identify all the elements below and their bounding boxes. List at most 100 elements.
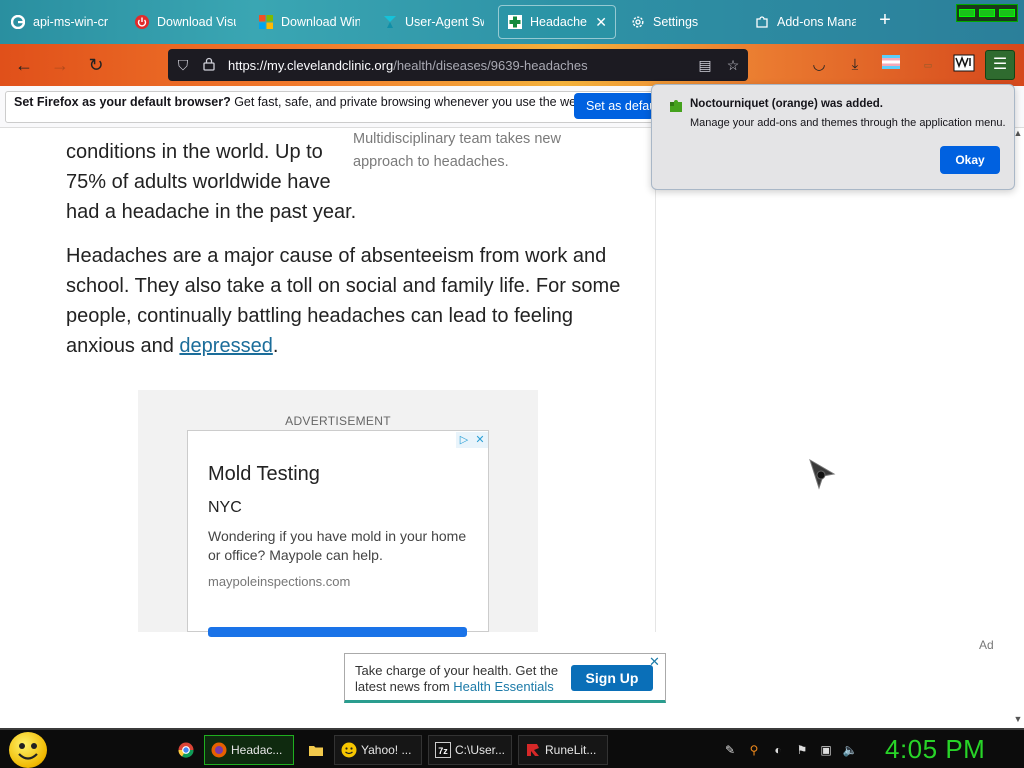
notification-bold: Set Firefox as your default browser? xyxy=(14,95,231,109)
tab-headaches[interactable]: Headaches ✕ xyxy=(498,5,616,39)
forward-button[interactable]: → xyxy=(48,53,72,77)
set-as-default-button[interactable]: Set as default xyxy=(574,93,654,119)
popup-title: Noctourniquet (orange) was added. xyxy=(690,98,883,110)
7zip-icon: 7z xyxy=(435,742,451,758)
download-icon[interactable]: ⤓ xyxy=(844,54,866,76)
advertisement-label: ADVERTISEMENT xyxy=(285,414,391,428)
extension-icon[interactable]: ▭ xyxy=(917,54,939,76)
back-button[interactable]: ← xyxy=(12,53,36,77)
clock[interactable]: 4:05 PM xyxy=(885,734,985,765)
tab-api-ms-win[interactable]: api-ms-win-cr xyxy=(2,5,120,39)
url-path: /health/diseases/9639-headaches xyxy=(393,57,588,73)
taskbar-label: Headac... xyxy=(231,743,283,757)
taskbar-label: Yahoo! ... xyxy=(361,743,412,757)
paragraph-text: Headaches are a major cause of absenteei… xyxy=(66,245,621,357)
tray-globe-icon[interactable]: ◐ xyxy=(770,742,786,758)
banner-text: Take charge of your health. Get the late… xyxy=(355,663,565,695)
user-agent-icon xyxy=(382,14,398,30)
article-paragraph: Headaches are a major cause of absenteei… xyxy=(66,241,626,361)
window-controls[interactable] xyxy=(956,4,1018,22)
yahoo-messenger-icon xyxy=(341,742,357,758)
url-text: https://my.clevelandclinic.org/health/di… xyxy=(228,58,588,73)
tab-add-ons-manager[interactable]: Add-ons Mana xyxy=(746,5,864,39)
tab-label: Add-ons Mana xyxy=(777,15,856,29)
tab-label: Download Win xyxy=(281,15,360,29)
okay-button[interactable]: Okay xyxy=(940,146,1000,174)
bookmark-star-icon[interactable]: ☆ xyxy=(722,57,744,74)
ad-card[interactable]: ▷ ✕ Mold Testing NYC Wondering if you ha… xyxy=(187,430,489,637)
taskbar-item-runelite[interactable]: RuneLit... xyxy=(518,735,608,765)
ad-url: maypoleinspections.com xyxy=(208,574,351,589)
taskbar-item-yahoo[interactable]: Yahoo! ... xyxy=(334,735,422,765)
ad-subtitle: NYC xyxy=(208,499,242,516)
tab-settings[interactable]: Settings xyxy=(622,5,740,39)
depressed-link[interactable]: depressed xyxy=(179,335,272,357)
article-line: 75% of adults worldwide have xyxy=(66,171,331,193)
chrome-taskbar-icon[interactable] xyxy=(172,735,198,765)
scrollbar[interactable]: ▲ ▼ xyxy=(1012,128,1024,728)
sign-up-button[interactable]: Sign Up xyxy=(571,665,653,691)
close-tab-icon[interactable]: ✕ xyxy=(595,14,607,31)
puzzle-piece-icon xyxy=(668,97,684,113)
chrome-icon xyxy=(178,742,194,758)
cleveland-clinic-icon xyxy=(507,14,523,30)
flag-icon[interactable]: ⚑ xyxy=(794,742,810,758)
network-icon[interactable]: ▣ xyxy=(818,742,834,758)
taskbar-item-7zip[interactable]: 7z C:\User... xyxy=(428,735,512,765)
paragraph-end: . xyxy=(272,335,279,357)
web-page: conditions in the world. Up to 75% of ad… xyxy=(0,128,1024,728)
tab-strip: api-ms-win-cr Download Visu Download Win… xyxy=(0,0,1024,44)
hamburger-menu-button[interactable]: ☰ xyxy=(985,50,1015,80)
pocket-icon[interactable]: ◡ xyxy=(808,54,830,76)
close-ad-icon[interactable]: ✕ xyxy=(472,432,488,448)
advertisement-container: ADVERTISEMENT ▷ ✕ Mold Testing NYC Wonde… xyxy=(138,390,538,637)
address-bar[interactable]: ⛉ https://my.clevelandclinic.org/health/… xyxy=(168,49,748,81)
file-manager-taskbar-icon[interactable] xyxy=(302,735,328,765)
start-button-smiley-icon[interactable] xyxy=(9,732,47,768)
tab-label: api-ms-win-cr xyxy=(33,15,108,29)
tab-label: Settings xyxy=(653,15,699,29)
popup-body: Manage your add-ons and themes through t… xyxy=(690,117,1006,129)
taskbar-item-firefox[interactable]: Headac... xyxy=(204,735,294,765)
tab-label: Download Visu xyxy=(157,15,236,29)
banner-highlight: Health Essentials xyxy=(453,679,554,694)
firefox-icon xyxy=(211,742,227,758)
google-icon xyxy=(10,14,26,30)
close-banner-icon[interactable]: ✕ xyxy=(649,654,660,670)
power-icon xyxy=(134,14,150,30)
article-line: conditions in the world. Up to xyxy=(66,141,323,163)
reader-view-icon[interactable]: ▤ xyxy=(694,57,716,74)
column-divider xyxy=(655,188,656,632)
ad-cta-button[interactable] xyxy=(208,627,467,637)
newsletter-banner: Take charge of your health. Get the late… xyxy=(344,653,666,703)
taskbar: Headac... Yahoo! ... 7z C:\User... RuneL… xyxy=(0,728,1024,768)
new-tab-button[interactable]: + xyxy=(874,10,896,32)
lock-icon[interactable] xyxy=(198,57,220,74)
taskbar-label: C:\User... xyxy=(455,743,506,757)
ad-choices[interactable]: ▷ ✕ xyxy=(456,432,488,448)
ad-choices-icon[interactable]: ▷ xyxy=(456,432,472,448)
trans-flag-extension-icon[interactable] xyxy=(880,54,902,76)
tab-download-visual[interactable]: Download Visu xyxy=(126,5,244,39)
puzzle-icon xyxy=(754,14,770,30)
notification-message: Set Firefox as your default browser? Get… xyxy=(14,95,586,109)
ad-description: Wondering if you have mold in your home … xyxy=(208,528,467,563)
scroll-down-arrow-icon[interactable]: ▼ xyxy=(1012,714,1024,724)
tab-user-agent[interactable]: User-Agent Sw xyxy=(374,5,492,39)
search-icon[interactable]: ⚲ xyxy=(746,742,762,758)
url-host: https://my.clevelandclinic.org xyxy=(228,57,394,73)
taskbar-label: RuneLit... xyxy=(545,743,597,757)
shield-icon[interactable]: ⛉ xyxy=(172,57,194,74)
ad-title: Mold Testing xyxy=(208,463,320,485)
notification-text: Get fast, safe, and private browsing whe… xyxy=(230,95,587,109)
volume-icon[interactable]: 🔈 xyxy=(842,742,858,758)
mouse-cursor-icon xyxy=(808,458,838,490)
windows-icon xyxy=(258,14,274,30)
tray-app-icon[interactable]: ✎ xyxy=(722,742,738,758)
folder-icon xyxy=(308,742,324,758)
tab-download-windows[interactable]: Download Win xyxy=(250,5,368,39)
reload-button[interactable]: ↻ xyxy=(84,53,108,77)
addon-installed-popup: Noctourniquet (orange) was added. Manage… xyxy=(651,84,1015,190)
navigation-toolbar: ← → ↻ ⛉ https://my.clevelandclinic.org/h… xyxy=(0,44,1024,86)
user-agent-switcher-extension-icon[interactable] xyxy=(953,54,975,76)
